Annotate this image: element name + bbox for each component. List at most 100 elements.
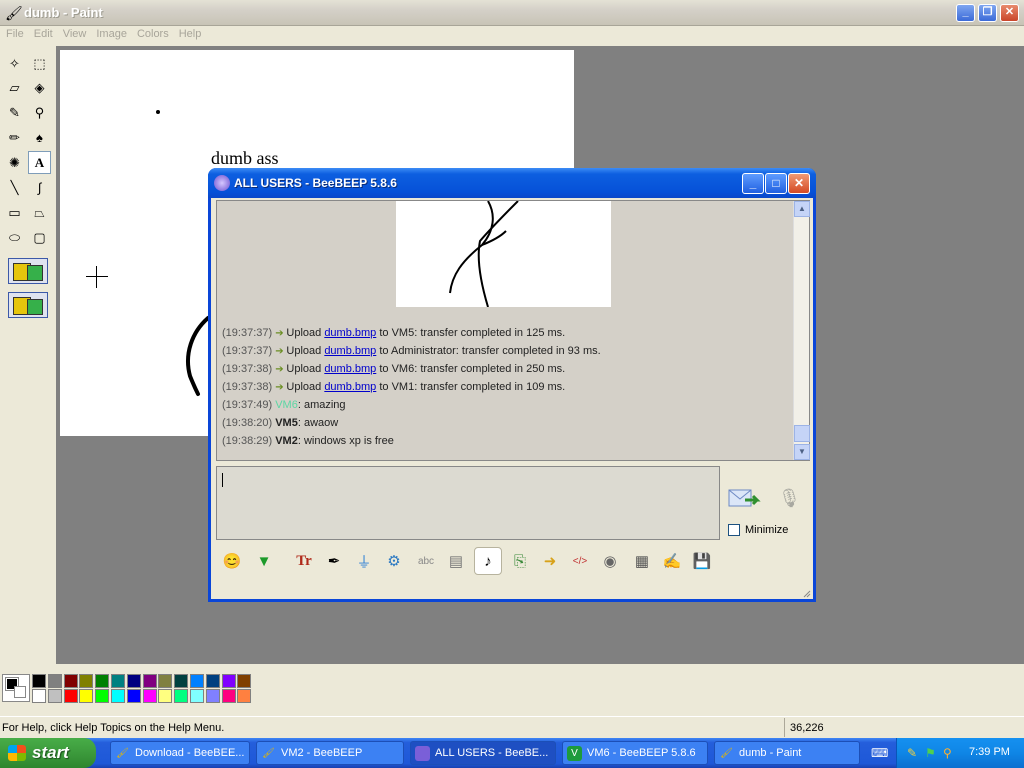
menu-image[interactable]: Image	[91, 26, 132, 40]
fill-tool-icon[interactable]: ◈	[28, 76, 51, 99]
spellcheck-icon[interactable]: abc	[412, 547, 440, 575]
screenshot-icon[interactable]: ◉	[596, 547, 624, 575]
magnifier-tool-icon[interactable]: ⚲	[28, 101, 51, 124]
paint-title-bar[interactable]: 🖌 dumb - Paint _ ❐ ✕	[0, 0, 1024, 26]
chat-minimize-button[interactable]: _	[742, 173, 764, 194]
color-swatch[interactable]	[221, 674, 236, 688]
minimize-checkbox-box[interactable]	[728, 524, 740, 536]
color-swatch[interactable]	[47, 689, 62, 703]
chat-message-log[interactable]: (19:37:37) ➔ Upload dumb.bmp to VM5: tra…	[216, 200, 810, 461]
edit-icon[interactable]: ✍	[658, 547, 686, 575]
color-swatch[interactable]	[32, 674, 46, 688]
rounded-rect-tool-icon[interactable]: ▢	[28, 226, 51, 249]
taskbar-item-download[interactable]: 🖌 Download - BeeBEE...	[110, 741, 250, 765]
color-swatch[interactable]	[63, 674, 78, 688]
send-file-icon[interactable]: ⎘	[506, 547, 534, 575]
transparent-option-icon[interactable]	[8, 292, 48, 318]
dictionary-icon[interactable]: ▤	[442, 547, 470, 575]
chat-maximize-button[interactable]: □	[765, 173, 787, 194]
brush-tool-icon[interactable]: ♠	[28, 126, 51, 149]
color-swatch[interactable]	[126, 674, 141, 688]
ellipse-tool-icon[interactable]: ⬭	[3, 226, 26, 249]
pencil-tool-icon[interactable]: ✏	[3, 126, 26, 149]
text-tool-icon[interactable]: A	[28, 151, 51, 174]
download-icon[interactable]: ▼	[250, 547, 278, 575]
color-swatch[interactable]	[237, 674, 252, 688]
microphone-icon[interactable]: 🎙	[778, 488, 801, 514]
color-swatch[interactable]	[79, 674, 94, 688]
minimize-checkbox[interactable]: Minimize	[728, 524, 788, 536]
color-swatch[interactable]	[190, 689, 204, 703]
eraser-tool-icon[interactable]: ▱	[3, 76, 26, 99]
filter-icon[interactable]: ⏚	[350, 547, 378, 575]
curve-tool-icon[interactable]: ∫	[28, 176, 51, 199]
free-select-tool-icon[interactable]: ✧	[3, 52, 26, 75]
color-swatch[interactable]	[190, 674, 204, 688]
tray-paint-icon[interactable]: ✎	[907, 746, 921, 760]
start-button[interactable]: start	[0, 738, 96, 768]
scroll-thumb[interactable]	[794, 425, 810, 442]
taskbar-item-all-users[interactable]: ALL USERS - BeeBE...	[410, 741, 556, 765]
menu-edit[interactable]: Edit	[29, 26, 58, 40]
color-picker-tool-icon[interactable]: ✎	[3, 101, 26, 124]
color-swatch[interactable]	[221, 689, 236, 703]
tray-search-icon[interactable]: ⚲	[943, 746, 957, 760]
scroll-down-icon[interactable]: ▼	[794, 444, 810, 460]
resize-grip-icon[interactable]	[801, 588, 811, 598]
color-swatch[interactable]	[79, 689, 94, 703]
color-swatch[interactable]	[95, 674, 110, 688]
color-swatch[interactable]	[237, 689, 252, 703]
file-link[interactable]: dumb.bmp	[324, 381, 376, 393]
airbrush-tool-icon[interactable]: ✺	[3, 151, 26, 174]
file-link[interactable]: dumb.bmp	[324, 363, 376, 375]
menu-view[interactable]: View	[58, 26, 92, 40]
color-swatch[interactable]	[95, 689, 110, 703]
color-swatch[interactable]	[158, 689, 173, 703]
clear-chat-icon[interactable]: ▦	[628, 547, 656, 575]
color-swatch[interactable]	[174, 674, 189, 688]
taskbar-item-paint[interactable]: 🖌 dumb - Paint	[714, 741, 860, 765]
taskbar-item-vm6[interactable]: V VM6 - BeeBEEP 5.8.6	[562, 741, 708, 765]
paint-maximize-button[interactable]: ❐	[978, 4, 997, 22]
color-swatch[interactable]	[111, 689, 125, 703]
tray-network-icon[interactable]: ⚑	[925, 746, 939, 760]
keyboard-icon[interactable]: ⌨	[871, 746, 888, 760]
fg-bg-color-indicator[interactable]	[2, 674, 30, 702]
color-swatch[interactable]	[174, 689, 189, 703]
scroll-up-icon[interactable]: ▲	[794, 201, 810, 217]
paint-close-button[interactable]: ✕	[1000, 4, 1019, 22]
color-swatch[interactable]	[111, 674, 125, 688]
chat-close-button[interactable]: ✕	[788, 173, 810, 194]
rect-select-tool-icon[interactable]: ⬚	[28, 52, 51, 75]
chat-log-scrollbar[interactable]: ▲ ▼	[793, 201, 810, 460]
color-swatch[interactable]	[142, 689, 157, 703]
message-input[interactable]	[216, 466, 720, 540]
save-chat-icon[interactable]: 💾	[688, 547, 716, 575]
color-swatch[interactable]	[126, 689, 141, 703]
taskbar-item-vm2[interactable]: 🖌 VM2 - BeeBEEP	[256, 741, 404, 765]
color-swatch[interactable]	[63, 689, 78, 703]
color-swatch[interactable]	[32, 689, 46, 703]
polygon-tool-icon[interactable]: ⏢	[28, 201, 51, 224]
sound-note-icon[interactable]: ♪	[474, 547, 502, 575]
paint-minimize-button[interactable]: _	[956, 4, 975, 22]
color-pen-icon[interactable]: ✒	[320, 547, 348, 575]
menu-help[interactable]: Help	[174, 26, 207, 40]
color-swatch[interactable]	[158, 674, 173, 688]
rectangle-tool-icon[interactable]: ▭	[3, 201, 26, 224]
menu-file[interactable]: File	[0, 26, 29, 40]
settings-gear-icon[interactable]: ⚙	[380, 547, 408, 575]
line-tool-icon[interactable]: ╲	[3, 176, 26, 199]
color-swatch[interactable]	[47, 674, 62, 688]
file-link[interactable]: dumb.bmp	[324, 345, 376, 357]
send-folder-icon[interactable]: ➜	[536, 547, 564, 575]
html-code-icon[interactable]: </>	[566, 547, 594, 575]
emoticon-icon[interactable]: 😊	[218, 547, 246, 575]
chat-title-bar[interactable]: ALL USERS - BeeBEEP 5.8.6 _ □ ✕	[208, 168, 816, 198]
file-link[interactable]: dumb.bmp	[324, 327, 376, 339]
opaque-option-icon[interactable]	[8, 258, 48, 284]
send-message-icon[interactable]	[727, 484, 761, 514]
color-swatch[interactable]	[205, 674, 220, 688]
color-swatch[interactable]	[205, 689, 220, 703]
color-swatch[interactable]	[142, 674, 157, 688]
